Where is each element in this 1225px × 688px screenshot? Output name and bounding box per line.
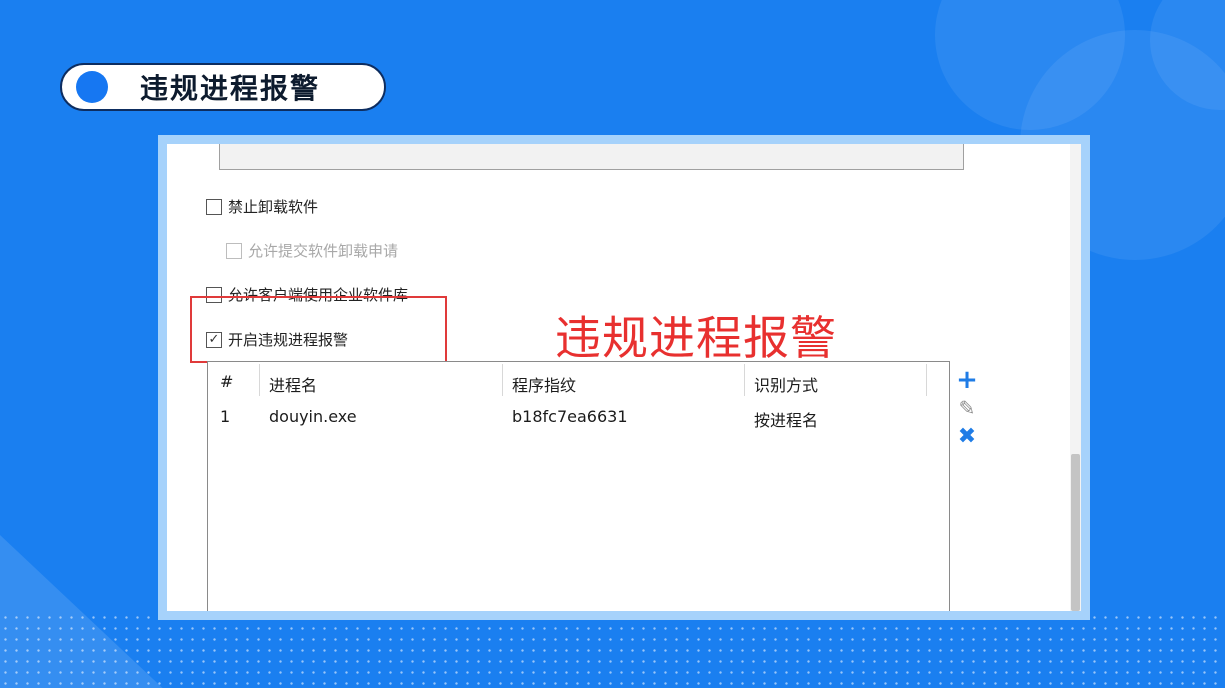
column-divider[interactable]	[926, 364, 927, 396]
highlight-box	[190, 296, 447, 363]
option-forbid-uninstall[interactable]: 禁止卸载软件	[206, 196, 318, 217]
slide-title: 违规进程报警	[140, 72, 321, 105]
scroll-thumb[interactable]	[1071, 454, 1080, 611]
cell-match-mode: 按进程名	[754, 411, 819, 430]
column-divider[interactable]	[259, 364, 260, 396]
checkbox[interactable]	[226, 242, 242, 259]
checkbox[interactable]	[206, 198, 222, 215]
annotation-label: 违规进程报警	[555, 311, 837, 365]
cell-fingerprint: b18fc7ea6631	[512, 407, 628, 426]
settings-content: 禁止卸载软件 允许提交软件卸载申请 允许客户端使用企业软件库 ✓ 开启违规进程报…	[167, 144, 1081, 611]
table-actions: + ✎ ✖	[955, 365, 979, 450]
slide-title-pill: 违规进程报警	[60, 63, 386, 111]
settings-panel: 禁止卸载软件 允许提交软件卸载申请 允许客户端使用企业软件库 ✓ 开启违规进程报…	[158, 135, 1090, 620]
option-allow-uninstall-request[interactable]: 允许提交软件卸载申请	[226, 240, 398, 261]
column-divider[interactable]	[744, 364, 745, 396]
column-header-fingerprint[interactable]: 程序指纹	[512, 372, 576, 396]
option-label: 允许提交软件卸载申请	[248, 242, 399, 260]
title-dot-icon	[76, 71, 108, 103]
plus-icon[interactable]: +	[955, 365, 979, 395]
column-divider[interactable]	[502, 364, 503, 396]
column-header-match-mode[interactable]: 识别方式	[754, 372, 818, 396]
column-header-index[interactable]: #	[220, 372, 233, 391]
column-header-process-name[interactable]: 进程名	[269, 372, 317, 396]
vertical-scrollbar[interactable]	[1070, 144, 1081, 611]
cell-process-name: douyin.exe	[269, 407, 357, 426]
close-icon[interactable]: ✖	[955, 422, 979, 450]
option-label: 禁止卸载软件	[228, 198, 319, 216]
decor-dots	[0, 612, 1225, 688]
top-list-box	[219, 144, 964, 170]
process-table: # 进程名 程序指纹 识别方式 1 douyin.exe b18fc7ea663…	[207, 361, 950, 611]
pencil-icon[interactable]: ✎	[955, 394, 979, 422]
cell-index: 1	[220, 407, 231, 426]
